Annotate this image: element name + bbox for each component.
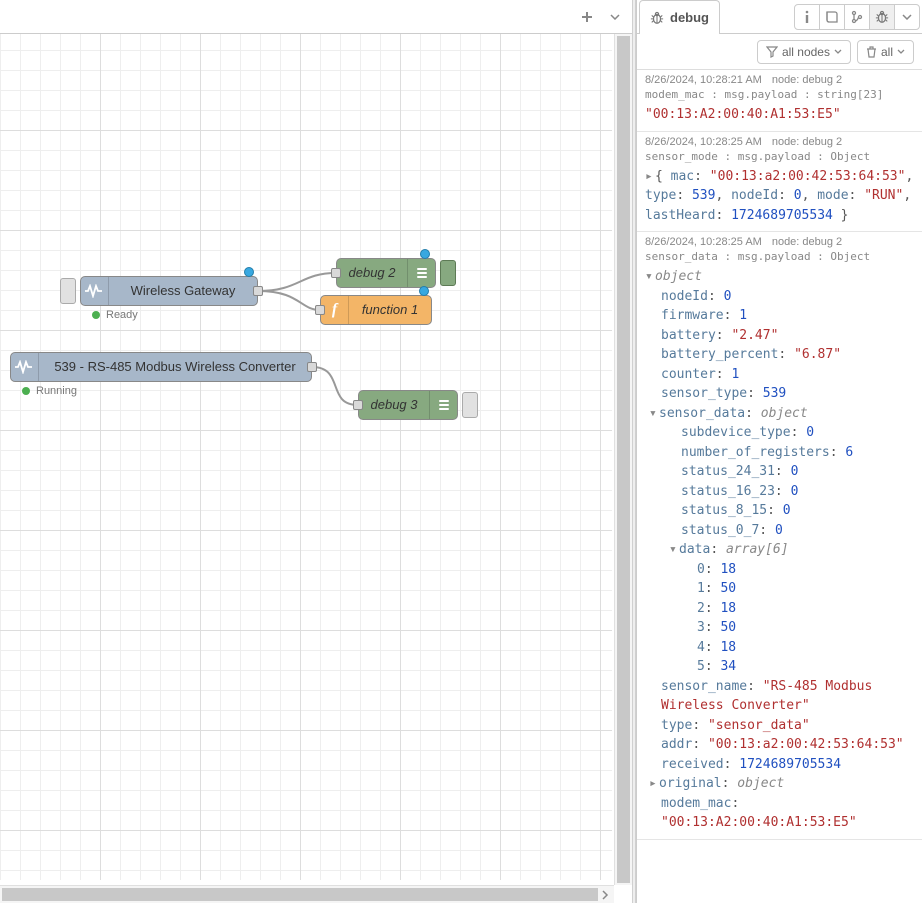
help-button[interactable]	[819, 4, 845, 30]
history-button[interactable]	[844, 4, 870, 30]
book-icon	[825, 10, 839, 24]
message-topic: modem_mac : msg.payload : string[23]	[645, 88, 916, 101]
function-1-node[interactable]: f function 1	[320, 295, 432, 325]
function-icon: f	[321, 296, 349, 324]
inject-539-node[interactable]: 539 - RS-485 Modbus Wireless Converter	[10, 352, 312, 382]
bars-icon	[429, 391, 457, 419]
inject-539-output-port[interactable]	[307, 362, 317, 372]
pulse-icon	[11, 353, 39, 381]
debug-message[interactable]: 8/26/2024, 10:28:25 AM node: debug 2 sen…	[637, 132, 922, 233]
debug-3-input-port[interactable]	[353, 400, 363, 410]
info-icon	[801, 10, 813, 24]
debug-2-node[interactable]: debug 2	[336, 258, 436, 288]
sidebar-view-buttons	[795, 4, 920, 30]
expand-icon[interactable]: ▸	[649, 774, 659, 794]
debug-3-label: debug 3	[359, 391, 429, 419]
branch-icon	[850, 10, 864, 24]
vertical-scrollbar[interactable]	[614, 34, 632, 885]
gateway-status: Ready	[92, 309, 138, 321]
debug-toolbar: all nodes all	[637, 34, 922, 70]
filter-button[interactable]: all nodes	[757, 40, 851, 64]
wireless-gateway-node[interactable]: Wireless Gateway	[80, 276, 258, 306]
debug-2-input-port[interactable]	[331, 268, 341, 278]
trash-icon	[866, 46, 877, 58]
message-topic: sensor_mode : msg.payload : Object	[645, 150, 916, 163]
message-timestamp: 8/26/2024, 10:28:25 AM	[645, 136, 762, 148]
debug-button[interactable]	[869, 4, 895, 30]
gateway-output-port[interactable]	[253, 286, 263, 296]
inject-539-label: 539 - RS-485 Modbus Wireless Converter	[39, 353, 311, 381]
connection-dot	[420, 249, 430, 259]
flow-canvas[interactable]: Wireless Gateway Ready debug 2	[0, 34, 612, 880]
debug-tab[interactable]: debug	[639, 0, 720, 34]
info-button[interactable]	[794, 4, 820, 30]
gateway-label: Wireless Gateway	[109, 277, 257, 305]
message-payload: ▸{ mac: "00:13:a2:00:42:53:64:53", type:…	[645, 167, 916, 226]
function-1-label: function 1	[349, 296, 431, 324]
expand-icon[interactable]: ▸	[645, 167, 655, 187]
debug-tab-label: debug	[670, 10, 709, 25]
gateway-status-text: Ready	[106, 309, 138, 321]
flow-canvas-wrapper: Wireless Gateway Ready debug 2	[0, 34, 632, 903]
debug-3-node[interactable]: debug 3	[358, 390, 458, 420]
collapse-icon[interactable]: ▾	[649, 404, 659, 424]
debug-2-label: debug 2	[337, 259, 407, 287]
message-timestamp: 8/26/2024, 10:28:21 AM	[645, 74, 762, 86]
message-payload: ▾object nodeId: 0 firmware: 1 battery: "…	[645, 267, 916, 833]
collapse-icon[interactable]: ▾	[645, 267, 655, 287]
clear-label: all	[881, 45, 893, 59]
sidebar-menu-button[interactable]	[894, 4, 920, 30]
chevron-down-icon	[902, 14, 912, 20]
status-dot-icon	[92, 311, 100, 319]
horizontal-scroll-thumb[interactable]	[2, 888, 598, 901]
pulse-icon	[81, 277, 109, 305]
debug-2-toggle[interactable]	[440, 260, 456, 286]
add-tab-button[interactable]	[574, 4, 600, 30]
chevron-down-icon	[834, 49, 842, 55]
editor-menu-button[interactable]	[602, 4, 628, 30]
connection-dot	[244, 267, 254, 277]
debug-3-toggle[interactable]	[462, 392, 478, 418]
chevron-down-icon	[897, 49, 905, 55]
filter-label: all nodes	[782, 45, 830, 59]
function-1-input-port[interactable]	[315, 305, 325, 315]
filter-icon	[766, 46, 778, 58]
bug-icon	[875, 10, 889, 24]
inject-539-status: Running	[22, 385, 77, 397]
debug-message[interactable]: 8/26/2024, 10:28:25 AM node: debug 2 sen…	[637, 232, 922, 840]
horizontal-scrollbar[interactable]	[0, 885, 614, 903]
debug-message[interactable]: 8/26/2024, 10:28:21 AM node: debug 2 mod…	[637, 70, 922, 132]
message-topic: sensor_data : msg.payload : Object	[645, 250, 916, 263]
clear-button[interactable]: all	[857, 40, 914, 64]
debug-messages[interactable]: 8/26/2024, 10:28:21 AM node: debug 2 mod…	[637, 70, 922, 903]
scroll-right-arrow-icon[interactable]	[596, 886, 614, 903]
inject-539-status-text: Running	[36, 385, 77, 397]
message-node-name: node: debug 2	[772, 74, 842, 86]
vertical-scroll-thumb[interactable]	[617, 36, 630, 883]
message-node-name: node: debug 2	[772, 136, 842, 148]
message-timestamp: 8/26/2024, 10:28:25 AM	[645, 236, 762, 248]
message-value: "00:13:A2:00:40:A1:53:E5"	[645, 107, 841, 122]
debug-sidebar: debug	[636, 0, 922, 903]
connection-dot	[419, 286, 429, 296]
editor-header	[0, 0, 632, 34]
gateway-left-handle[interactable]	[60, 278, 76, 304]
status-dot-icon	[22, 387, 30, 395]
message-node-name: node: debug 2	[772, 236, 842, 248]
bug-icon	[650, 11, 664, 25]
flow-editor: Wireless Gateway Ready debug 2	[0, 0, 632, 903]
bars-icon	[407, 259, 435, 287]
collapse-icon[interactable]: ▾	[669, 540, 679, 560]
sidebar-tab-bar: debug	[637, 0, 922, 34]
